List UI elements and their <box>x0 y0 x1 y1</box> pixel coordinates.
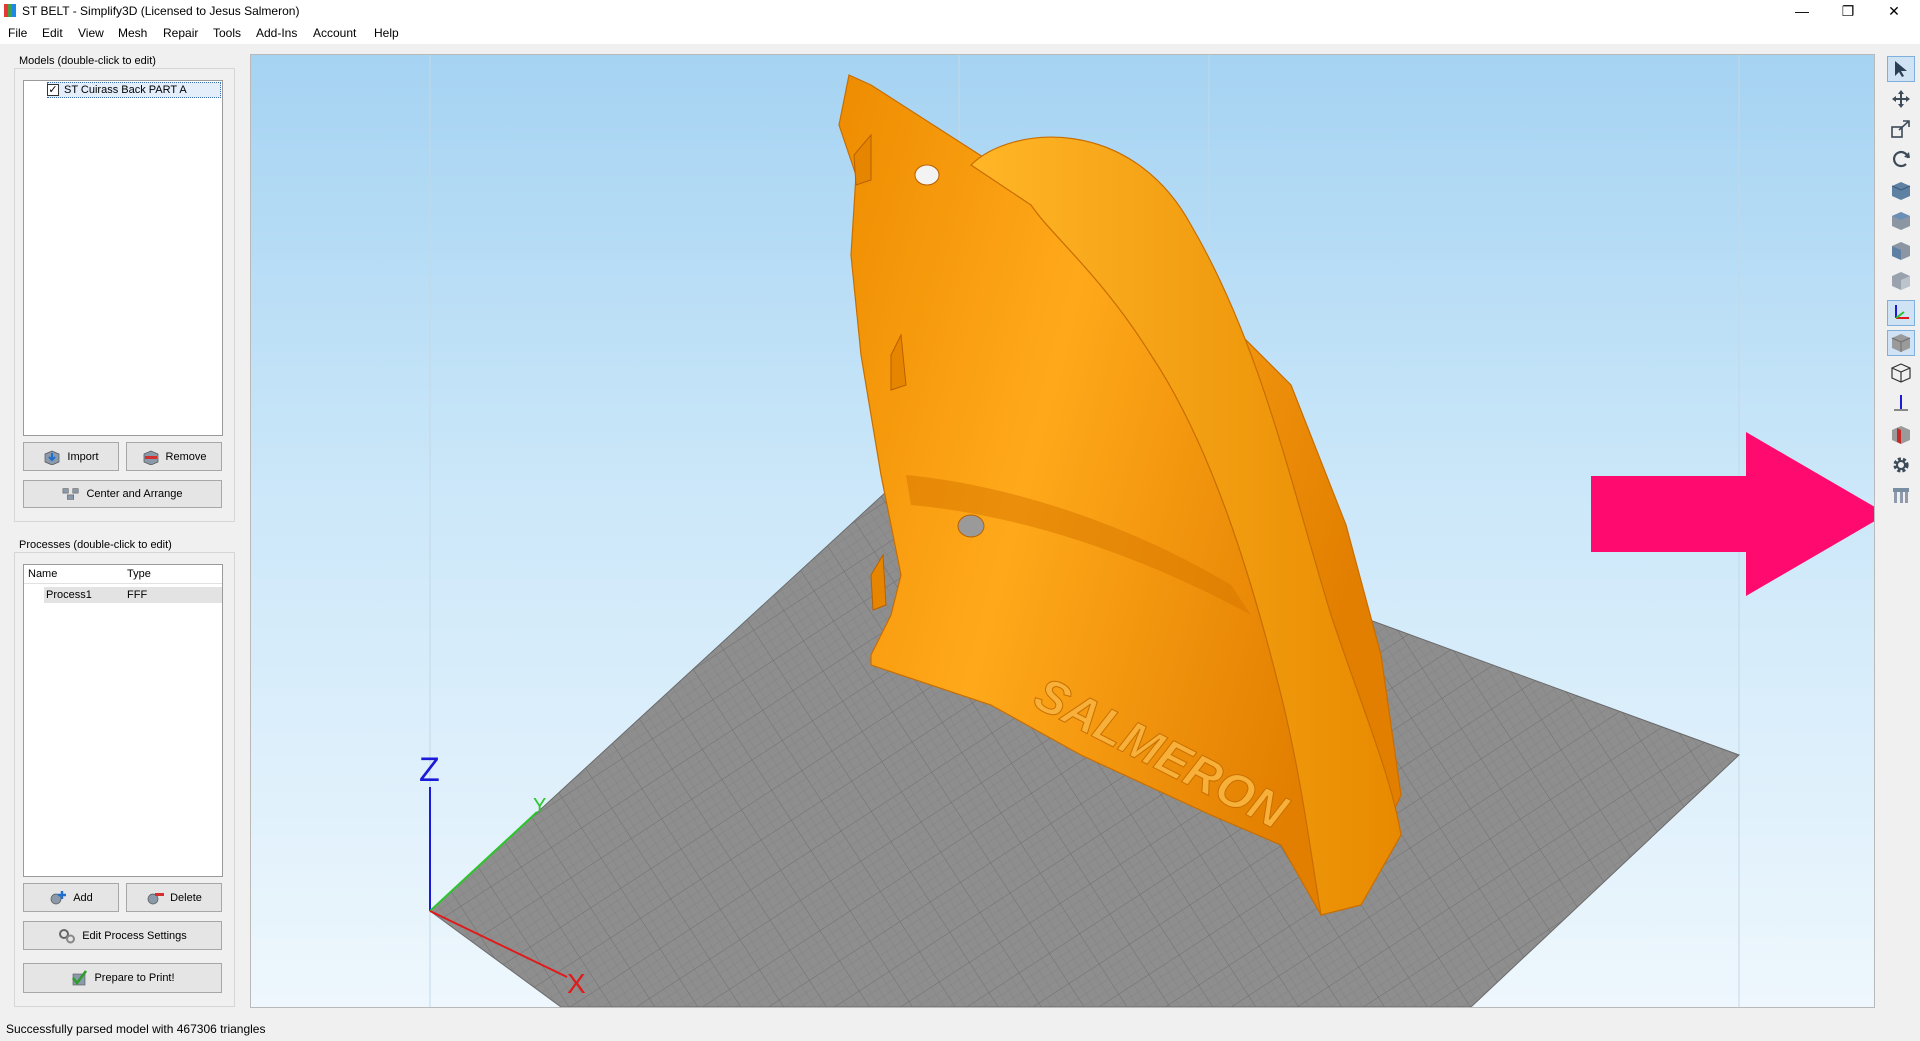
scene: SALMERON Z Y X <box>419 55 1874 1007</box>
support-icon <box>1893 488 1909 503</box>
menu-account[interactable]: Account <box>313 26 356 40</box>
axes-toggle-button[interactable] <box>1887 300 1915 326</box>
move-button[interactable] <box>1887 86 1915 112</box>
3d-viewport[interactable]: SALMERON Z Y X <box>250 54 1875 1008</box>
move-icon <box>1892 90 1910 108</box>
view-top-icon <box>1892 212 1910 230</box>
x-axis-label: X <box>567 968 586 999</box>
cross-section-icon <box>1892 426 1910 444</box>
close-button[interactable]: ✕ <box>1874 0 1914 22</box>
model-checkbox[interactable]: ✓ <box>47 84 59 96</box>
import-label: Import <box>67 450 99 463</box>
scale-icon <box>1891 120 1910 138</box>
menu-tools[interactable]: Tools <box>213 26 241 40</box>
processes-group-label: Processes (double-click to edit) <box>19 539 172 551</box>
y-axis-label: Y <box>533 795 546 817</box>
view-default-icon <box>1891 182 1911 200</box>
edit-process-settings-label: Edit Process Settings <box>82 929 187 942</box>
menu-bar: File Edit View Mesh Repair Tools Add-Ins… <box>0 22 1920 44</box>
prepare-to-print-label: Prepare to Print! <box>94 972 175 984</box>
menu-mesh[interactable]: Mesh <box>118 26 147 40</box>
process-row[interactable]: Process1 FFF <box>44 587 222 603</box>
model-item-name: ST Cuirass Back PART A <box>64 84 187 96</box>
rotate-icon <box>1893 151 1910 168</box>
center-arrange-icon <box>63 488 79 500</box>
app-logo-icon <box>4 4 16 17</box>
column-header-name[interactable]: Name <box>28 568 57 580</box>
solid-view-button[interactable] <box>1887 330 1915 356</box>
view-front-icon <box>1892 242 1910 260</box>
models-group-label: Models (double-click to edit) <box>19 55 156 67</box>
remove-button[interactable]: Remove <box>126 442 222 471</box>
model-item[interactable]: ✓ ST Cuirass Back PART A <box>47 82 221 98</box>
add-process-button[interactable]: Add <box>23 883 119 912</box>
model-hole <box>914 164 940 186</box>
select-button[interactable] <box>1887 56 1915 82</box>
view-front-button[interactable] <box>1887 238 1915 264</box>
delete-process-label: Delete <box>170 891 202 904</box>
center-and-arrange-button[interactable]: Center and Arrange <box>23 480 222 508</box>
import-button[interactable]: Import <box>23 442 119 471</box>
add-process-label: Add <box>73 891 93 904</box>
view-side-button[interactable] <box>1887 268 1915 294</box>
view-default-button[interactable] <box>1887 178 1915 204</box>
menu-help[interactable]: Help <box>374 26 399 40</box>
annotation-arrow <box>1591 432 1874 596</box>
cross-section-button[interactable] <box>1887 422 1915 448</box>
scale-button[interactable] <box>1887 116 1915 142</box>
menu-add-ins[interactable]: Add-Ins <box>256 26 297 40</box>
restore-button[interactable]: ❐ <box>1828 0 1868 22</box>
process-type: FFF <box>127 589 148 601</box>
model-hole <box>957 514 985 538</box>
delete-process-icon <box>147 892 165 904</box>
menu-view[interactable]: View <box>78 26 104 40</box>
edit-process-settings-button[interactable]: Edit Process Settings <box>23 921 222 950</box>
column-header-type[interactable]: Type <box>127 568 151 580</box>
normals-button[interactable] <box>1887 390 1915 416</box>
models-list[interactable]: ✓ ST Cuirass Back PART A <box>23 80 223 436</box>
rotate-button[interactable] <box>1887 146 1915 172</box>
support-button[interactable] <box>1887 482 1915 508</box>
select-icon <box>1895 61 1907 77</box>
processes-table-header: Name Type <box>24 565 222 584</box>
add-process-icon <box>50 890 67 904</box>
wireframe-icon <box>1891 363 1911 383</box>
view-side-icon <box>1892 272 1910 290</box>
normals-icon <box>1894 395 1908 411</box>
menu-repair[interactable]: Repair <box>163 26 198 40</box>
minimize-button[interactable]: — <box>1782 0 1822 22</box>
delete-process-button[interactable]: Delete <box>126 883 222 912</box>
axes-icon <box>1895 305 1909 319</box>
prepare-to-print-button[interactable]: Prepare to Print! <box>23 963 222 993</box>
settings-button[interactable] <box>1887 452 1915 478</box>
view-top-button[interactable] <box>1887 208 1915 234</box>
menu-file[interactable]: File <box>8 26 27 40</box>
gears-icon <box>59 928 76 943</box>
window-title: ST BELT - Simplify3D (Licensed to Jesus … <box>22 4 300 18</box>
center-arrange-label: Center and Arrange <box>86 488 183 500</box>
status-bar-text: Successfully parsed model with 467306 tr… <box>6 1022 266 1036</box>
solid-view-icon <box>1891 334 1911 352</box>
processes-list[interactable]: Name Type Process1 FFF <box>23 564 223 877</box>
view-toolbar <box>1886 56 1916 1006</box>
import-icon <box>45 450 60 465</box>
title-bar: ST BELT - Simplify3D (Licensed to Jesus … <box>0 0 1920 22</box>
process-name: Process1 <box>46 589 92 601</box>
menu-edit[interactable]: Edit <box>42 26 63 40</box>
remove-label: Remove <box>165 450 207 463</box>
wireframe-button[interactable] <box>1887 360 1915 386</box>
prepare-print-icon <box>72 970 88 986</box>
remove-icon <box>143 450 158 465</box>
settings-gear-icon <box>1893 457 1909 473</box>
z-axis-label: Z <box>419 751 440 789</box>
